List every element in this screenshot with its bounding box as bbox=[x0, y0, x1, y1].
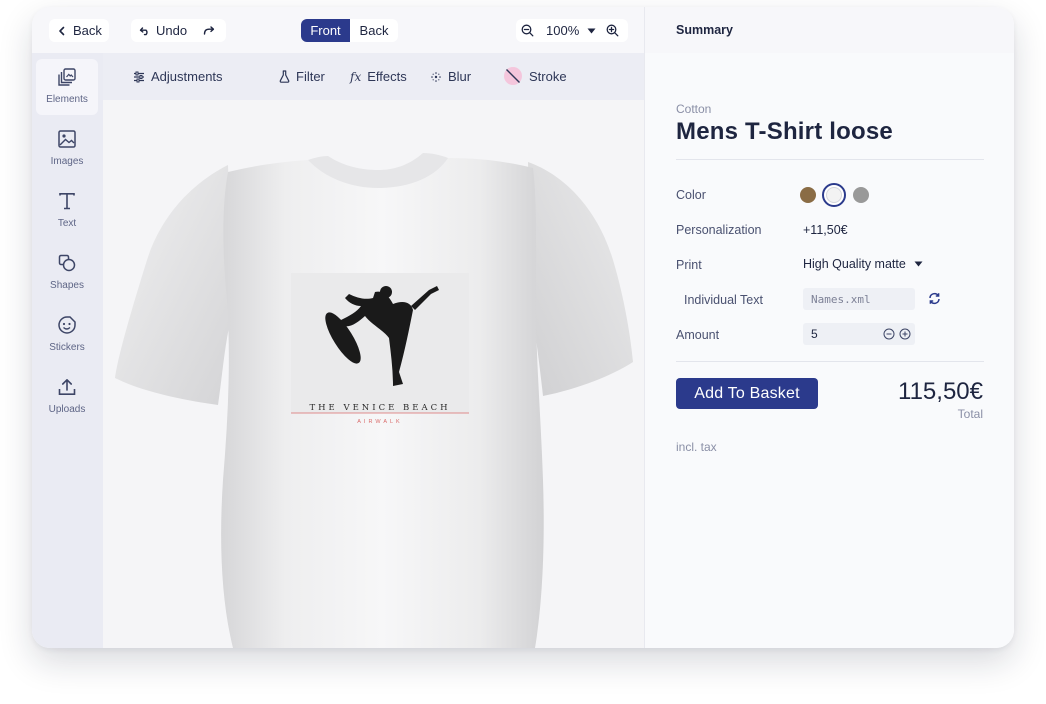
print-label: Print bbox=[676, 258, 702, 272]
total-label: Total bbox=[957, 407, 983, 421]
total-price: 115,50€ bbox=[898, 378, 983, 405]
chevron-left-icon bbox=[59, 26, 65, 35]
tshirt-preview: THE VENICE BEACH AIRWALK bbox=[115, 153, 633, 648]
color-swatch-brown[interactable] bbox=[800, 187, 816, 203]
individual-text-label: Individual Text bbox=[684, 293, 763, 307]
redo-button[interactable] bbox=[203, 25, 215, 36]
increment-button[interactable] bbox=[899, 328, 911, 340]
stroke-icon bbox=[504, 67, 522, 85]
summary-title: Summary bbox=[676, 23, 733, 37]
side-toggle: Front Back bbox=[301, 19, 398, 42]
back-button-label: Back bbox=[73, 23, 102, 38]
sidebar-item-text[interactable]: Text bbox=[36, 183, 98, 239]
image-icon bbox=[56, 128, 78, 150]
decrement-button[interactable] bbox=[883, 328, 895, 340]
sidebar-item-elements[interactable]: Elements bbox=[36, 59, 98, 115]
sidebar-item-shapes[interactable]: Shapes bbox=[36, 245, 98, 301]
swatch-fill bbox=[826, 187, 842, 203]
sidebar-item-label: Images bbox=[50, 156, 84, 167]
zoom-controls: 100% bbox=[516, 19, 628, 42]
refresh-icon bbox=[929, 292, 940, 305]
caret-down-icon bbox=[914, 261, 923, 267]
color-swatch-white-selected[interactable] bbox=[822, 183, 846, 207]
undo-label: Undo bbox=[156, 23, 188, 38]
summary-header: Summary bbox=[644, 7, 1014, 53]
print-select-value: High Quality matte bbox=[803, 257, 906, 271]
filter-button[interactable]: Filter bbox=[279, 68, 325, 85]
color-swatch-grey[interactable] bbox=[853, 187, 869, 203]
adjustments-button[interactable]: Adjustments bbox=[133, 68, 223, 85]
sliders-icon bbox=[134, 71, 144, 82]
undo-icon bbox=[139, 26, 148, 35]
sticker-icon bbox=[56, 314, 78, 336]
design-canvas[interactable]: THE VENICE BEACH AIRWALK bbox=[103, 100, 644, 648]
zoom-out-icon bbox=[521, 24, 534, 37]
print-subtitle: AIRWALK bbox=[357, 419, 402, 425]
tool-sidebar: Elements Images Text Shapes Stickers Upl… bbox=[32, 53, 103, 648]
amount-value[interactable]: 5 bbox=[811, 327, 883, 341]
blur-icon bbox=[431, 71, 441, 82]
text-icon bbox=[56, 190, 78, 212]
effects-label: Effects bbox=[367, 69, 407, 84]
adjustments-label: Adjustments bbox=[151, 69, 223, 84]
sidebar-item-stickers[interactable]: Stickers bbox=[36, 307, 98, 363]
back-side-button[interactable]: Back bbox=[350, 19, 398, 42]
shapes-icon bbox=[56, 252, 78, 274]
blur-button[interactable]: Blur bbox=[430, 68, 471, 85]
front-side-button[interactable]: Front bbox=[301, 19, 350, 42]
sidebar-item-label: Elements bbox=[46, 94, 88, 105]
tshirt-designer-window: Back Undo Front Back 100% Elements Image… bbox=[32, 7, 1014, 648]
sidebar-item-label: Text bbox=[57, 218, 77, 229]
fx-icon: fx bbox=[350, 69, 362, 84]
sidebar-item-images[interactable]: Images bbox=[36, 121, 98, 177]
product-name: Mens T-Shirt loose bbox=[676, 118, 893, 145]
amount-stepper[interactable]: 5 bbox=[803, 323, 915, 345]
stroke-button[interactable]: Stroke bbox=[503, 65, 567, 87]
divider bbox=[676, 361, 984, 362]
personalization-label: Personalization bbox=[676, 223, 762, 237]
elements-icon bbox=[56, 66, 78, 88]
zoom-in-icon bbox=[606, 24, 619, 37]
sidebar-item-label: Stickers bbox=[49, 342, 85, 353]
editor-topbar: Back Undo Front Back 100% bbox=[32, 7, 644, 53]
zoom-in-button[interactable] bbox=[606, 24, 619, 37]
undo-button[interactable]: Undo bbox=[131, 23, 187, 38]
amount-label: Amount bbox=[676, 328, 720, 342]
redo-icon bbox=[203, 25, 215, 35]
zoom-out-button[interactable] bbox=[521, 24, 534, 37]
back-button[interactable]: Back bbox=[49, 19, 109, 42]
edit-toolbar: Adjustments Filter fx Effects Blur Strok… bbox=[103, 53, 644, 100]
plus-circle-icon bbox=[899, 328, 911, 340]
print-title: THE VENICE BEACH bbox=[309, 403, 450, 413]
add-to-basket-button[interactable]: Add To Basket bbox=[676, 378, 818, 409]
individual-text-input[interactable] bbox=[803, 288, 915, 310]
summary-panel: Cotton Mens T-Shirt loose Color Personal… bbox=[644, 53, 1014, 648]
history-controls: Undo bbox=[131, 19, 226, 42]
divider bbox=[676, 159, 984, 160]
caret-down-icon bbox=[587, 28, 596, 33]
flask-icon bbox=[279, 70, 290, 83]
color-label: Color bbox=[676, 188, 706, 202]
sidebar-item-label: Uploads bbox=[48, 404, 86, 415]
editor-panel: Back Undo Front Back 100% Elements Image… bbox=[32, 7, 644, 648]
blur-label: Blur bbox=[448, 69, 472, 84]
refresh-button[interactable] bbox=[928, 292, 941, 305]
effects-button[interactable]: fx Effects bbox=[350, 68, 407, 85]
zoom-dropdown-caret[interactable] bbox=[587, 28, 596, 34]
print-select[interactable]: High Quality matte bbox=[803, 257, 923, 271]
personalization-price: +11,50€ bbox=[803, 223, 848, 237]
stroke-label: Stroke bbox=[529, 68, 567, 84]
sidebar-item-uploads[interactable]: Uploads bbox=[36, 369, 98, 425]
minus-circle-icon bbox=[883, 328, 895, 340]
left-sleeve bbox=[115, 165, 233, 405]
upload-icon bbox=[56, 376, 78, 398]
filter-label: Filter bbox=[296, 69, 325, 84]
zoom-level[interactable]: 100% bbox=[546, 23, 579, 38]
sidebar-item-label: Shapes bbox=[50, 280, 84, 291]
product-material: Cotton bbox=[676, 102, 712, 116]
tax-note: incl. tax bbox=[676, 440, 717, 454]
right-sleeve bbox=[528, 162, 633, 396]
